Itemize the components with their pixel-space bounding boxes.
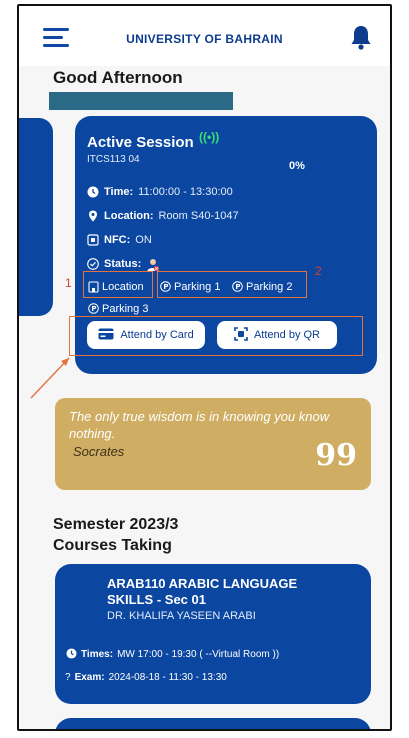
annotation-arrow [30, 357, 70, 399]
times-value: MW 17:00 - 19:30 ( --Virtual Room )) [117, 648, 280, 660]
course-card[interactable]: ARAB110 ARABIC LANGUAGE SKILLS - Sec 01 … [55, 564, 371, 704]
semester-title: Semester 2023/3 [53, 516, 179, 533]
exam-value: 2024-08-18 - 11:30 - 13:30 [108, 672, 227, 683]
quote-text: The only true wisdom is in knowing you k… [69, 409, 330, 441]
next-course-card[interactable] [55, 718, 371, 729]
course-exam-row: ? Exam: 2024-08-18 - 11:30 - 13:30 [65, 672, 227, 683]
course-teacher: DR. KHALIFA YASEEN ARABI [107, 610, 256, 622]
exam-label: Exam: [74, 672, 105, 683]
question-icon: ? [65, 672, 71, 683]
course-title: ARAB110 ARABIC LANGUAGE SKILLS - Sec 01 [107, 576, 298, 607]
phone-frame: UNIVERSITY OF BAHRAIN Good Afternoon Act… [17, 4, 392, 731]
courses-taking-title: Courses Taking [53, 537, 172, 554]
semester-heading: Semester 2023/3 Courses Taking [53, 514, 178, 556]
times-label: Times: [81, 648, 114, 660]
clock-icon [65, 648, 77, 660]
quote-author: Socrates [73, 444, 125, 459]
quote-mark-icon: 99 [315, 438, 357, 473]
course-times-row: Times: MW 17:00 - 19:30 ( --Virtual Room… [65, 648, 279, 660]
quote-card: The only true wisdom is in knowing you k… [55, 398, 371, 490]
